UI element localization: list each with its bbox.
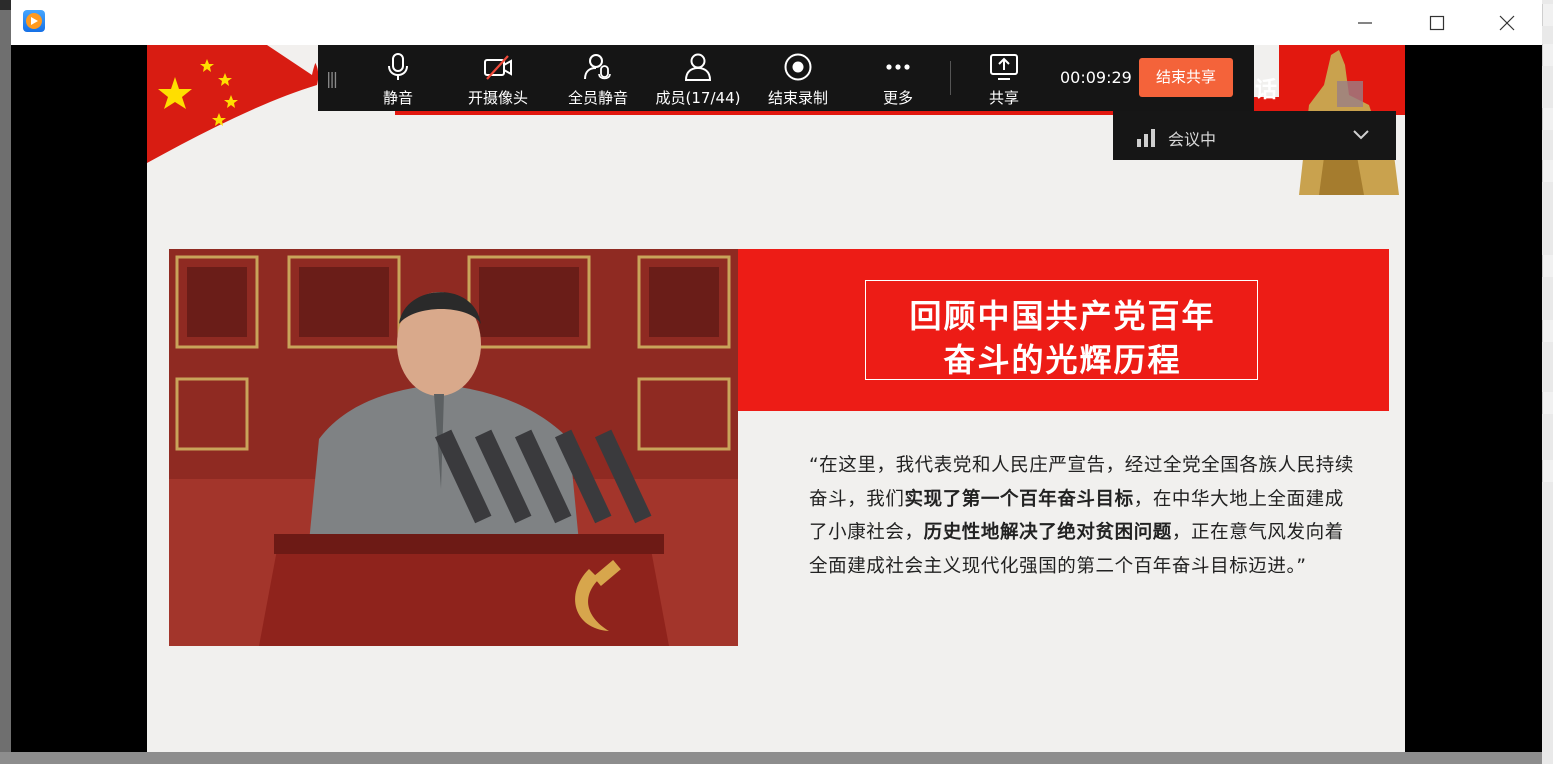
camera-button[interactable]: 开摄像头 [458, 45, 538, 111]
members-button[interactable]: 成员(17/44) [653, 45, 743, 111]
title-panel: 回顾中国共产党百年 奋斗的光辉历程 [738, 249, 1389, 411]
drag-handle[interactable]: ||| [326, 69, 338, 88]
background-window-fragment [1542, 255, 1553, 277]
close-button[interactable] [1483, 7, 1529, 37]
slide-title-line1: 回顾中国共产党百年 [909, 297, 1216, 335]
slide-title-line2: 奋斗的光辉历程 [943, 341, 1182, 379]
speaker-photo [169, 249, 738, 646]
background-window-fragment [1542, 4, 1553, 26]
quote-emphasis: 实现了第一个百年奋斗目标 [904, 488, 1134, 510]
close-icon [1499, 15, 1515, 31]
microphone-icon [388, 53, 408, 80]
maximize-button[interactable] [1413, 7, 1459, 37]
title-bar [11, 0, 1542, 45]
background-window-fragment [1542, 44, 1553, 66]
background-window-fragment [1542, 392, 1553, 414]
background-window-fragment [1542, 320, 1553, 342]
title-frame: 回顾中国共产党百年 奋斗的光辉历程 [865, 280, 1258, 380]
share-screen-icon [990, 54, 1018, 80]
national-flag-graphic [147, 45, 327, 163]
minimize-button[interactable] [1341, 7, 1387, 37]
meeting-status-dropdown[interactable]: 会议中 [1113, 111, 1396, 160]
members-label: 成员(17/44) [655, 89, 741, 107]
meeting-status-label: 会议中 [1168, 130, 1217, 149]
meeting-window: 话 回顾中国共产党百年 奋斗的光辉历程 “在这里，我代表党和人民庄严宣告，经过全… [11, 0, 1542, 752]
meeting-timer: 00:09:29 [1060, 68, 1132, 87]
more-label: 更多 [882, 89, 913, 107]
mute-label: 静音 [382, 89, 413, 107]
banner-title-fragment: 话 [1255, 78, 1278, 103]
end-share-button[interactable]: 结束共享 [1139, 58, 1233, 97]
background-window-fragment [1542, 108, 1553, 130]
background-window-fragment [1542, 160, 1553, 182]
share-label: 共享 [988, 89, 1019, 107]
mute-all-icon [584, 54, 611, 80]
more-icon [886, 64, 910, 70]
meeting-toolbar: ||| 静音 开摄像头 全员静音 成员(17/44) 结束录制 更多 共享 00… [318, 45, 1254, 111]
more-button[interactable]: 更多 [868, 45, 928, 111]
toolbar-divider [950, 61, 951, 95]
quote-emphasis: 历史性地解决了绝对贫困问题 [923, 522, 1172, 543]
speech-quote: “在这里，我代表党和人民庄严宣告，经过全党全国各族人民持续奋斗，我们实现了第一个… [809, 449, 1354, 583]
maximize-icon [1429, 15, 1445, 31]
chevron-down-icon [1353, 130, 1369, 140]
stop-record-label: 结束录制 [767, 89, 828, 107]
desktop-right-edge [1542, 0, 1553, 764]
signal-bars-icon [1137, 129, 1155, 147]
camera-off-icon [484, 55, 512, 80]
minimize-icon [1358, 22, 1372, 24]
stop-record-button[interactable]: 结束录制 [758, 45, 838, 111]
mute-all-button[interactable]: 全员静音 [558, 45, 638, 111]
members-icon [684, 53, 712, 81]
share-button[interactable]: 共享 [974, 45, 1034, 111]
background-window-fragment [1542, 460, 1553, 482]
video-player-icon [23, 10, 45, 32]
desktop-bottom-edge [0, 752, 1542, 764]
stop-record-icon [784, 53, 812, 81]
mute-all-label: 全员静音 [567, 89, 628, 107]
mute-button[interactable]: 静音 [368, 45, 428, 111]
camera-label: 开摄像头 [467, 89, 528, 107]
